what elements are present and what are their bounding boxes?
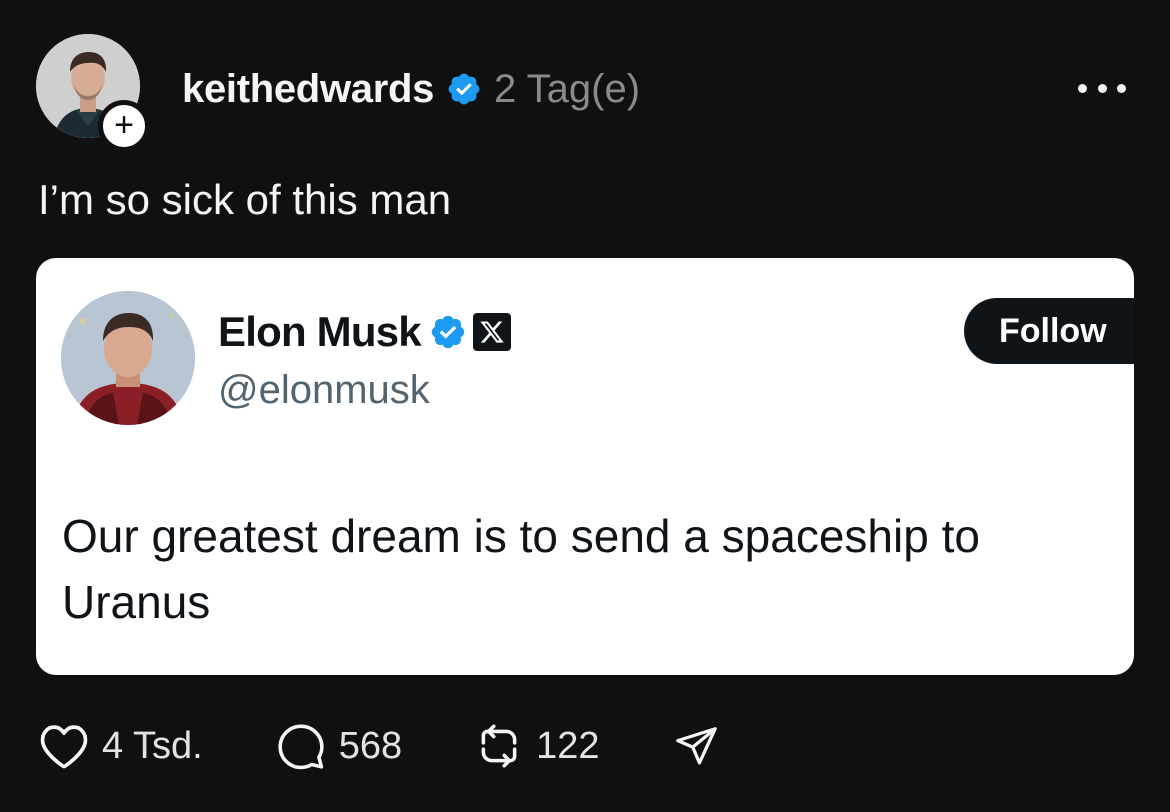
follow-button[interactable]: Follow [964,298,1134,364]
repost-arrows-icon [474,723,524,769]
x-logo-icon [472,313,511,351]
quoted-tweet-author: Elon Musk [218,308,511,356]
heart-icon [38,722,90,770]
post-header: keithedwards 2 Tag(e) [182,62,640,116]
post-actions: 4 Tsd. 568 122 [38,720,720,772]
repost-button[interactable]: 122 [474,723,600,769]
reply-button[interactable]: 568 [275,721,402,771]
speech-bubble-icon [275,721,327,771]
more-options-button[interactable] [1078,76,1126,100]
author-username[interactable]: keithedwards [182,67,434,112]
verified-badge-icon [446,71,482,107]
post-caption: I’m so sick of this man [38,176,452,223]
quoted-tweet-display-name: Elon Musk [218,308,422,355]
thread-post: + keithedwards 2 Tag(e) I’m so sick of t… [0,0,1170,812]
more-horizontal-icon [1117,83,1126,93]
repost-count: 122 [536,724,600,767]
quoted-tweet-avatar [61,291,195,425]
verified-badge-icon [429,313,467,351]
quoted-tweet-handle: @elonmusk [218,368,430,412]
post-timestamp: 2 Tag(e) [494,66,641,111]
share-button[interactable] [672,723,720,769]
like-count: 4 Tsd. [102,724,203,767]
like-button[interactable]: 4 Tsd. [38,722,203,770]
reply-count: 568 [338,724,403,767]
quoted-tweet-text: Our greatest dream is to send a spaceshi… [62,510,980,628]
author-avatar[interactable]: + [36,34,150,152]
quoted-tweet-image[interactable]: Elon Musk @elonmusk Follow Our greatest … [36,258,1134,675]
more-horizontal-icon [1097,83,1107,93]
more-horizontal-icon [1078,83,1087,93]
paper-plane-icon [672,723,720,769]
follow-plus-icon[interactable]: + [98,100,150,152]
